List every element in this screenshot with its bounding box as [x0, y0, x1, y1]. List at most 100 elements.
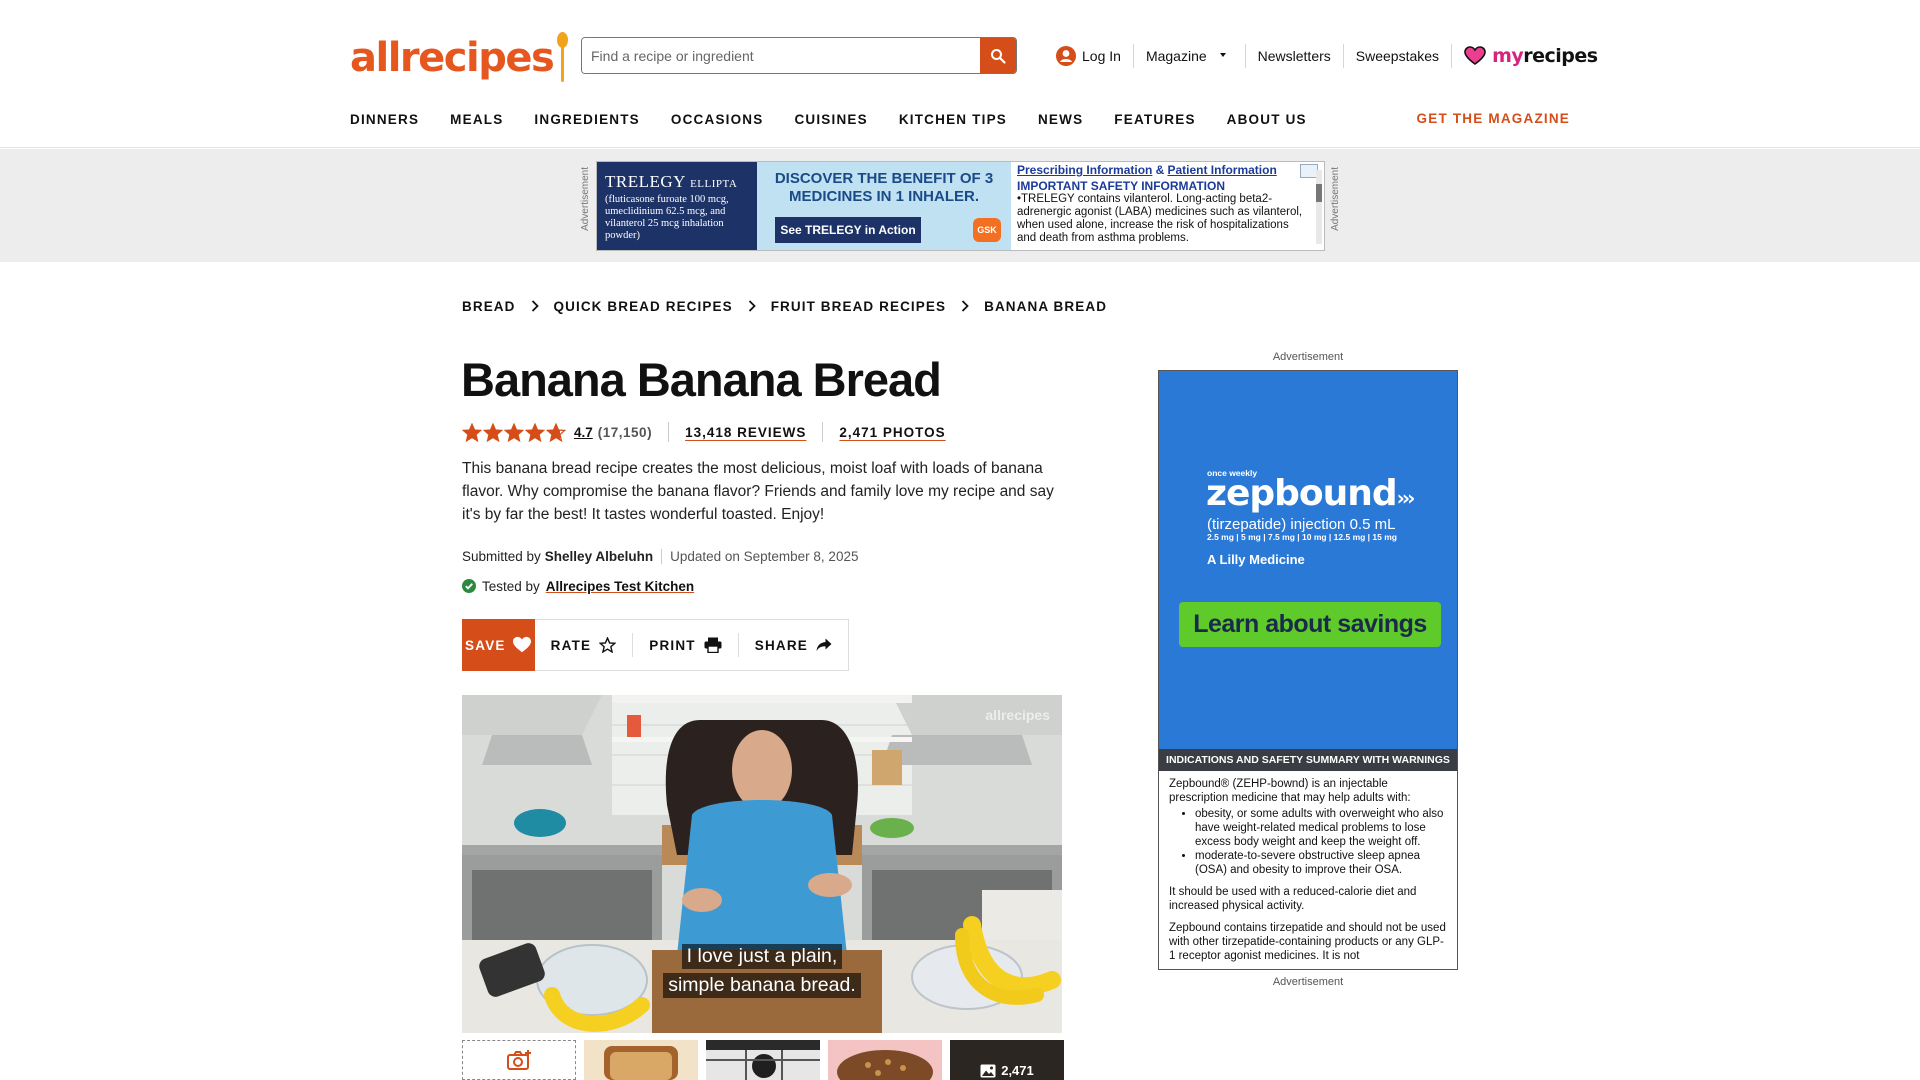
rating-value[interactable]: 4.7: [574, 425, 593, 440]
check-badge-icon: [462, 579, 476, 593]
patient-info-link[interactable]: Patient Information: [1167, 163, 1276, 177]
camera-plus-icon: [507, 1050, 531, 1070]
nav-about-us[interactable]: ABOUT US: [1227, 112, 1307, 127]
zb-isi-title: INDICATIONS AND SAFETY SUMMARY WITH WARN…: [1159, 749, 1457, 771]
page-title: Banana Banana Bread: [461, 353, 942, 406]
rating-row: 4.7 (17,150) 13,418 REVIEWS 2,471 PHOTOS: [462, 421, 946, 443]
breadcrumb-quick-bread[interactable]: QUICK BREAD RECIPES: [554, 299, 733, 314]
zb-bullets: obesity, or some adults with overweight …: [1195, 807, 1447, 877]
nav-news[interactable]: NEWS: [1038, 112, 1083, 127]
sweepstakes-label: Sweepstakes: [1355, 48, 1440, 64]
reviews-link[interactable]: 13,418 REVIEWS: [685, 425, 806, 440]
ad-isi-title: IMPORTANT SAFETY INFORMATION: [1017, 179, 1225, 193]
photo-thumbnail[interactable]: [584, 1040, 698, 1080]
sweepstakes-link[interactable]: Sweepstakes: [1344, 44, 1453, 68]
photo-thumbnails: 2,471: [462, 1040, 1064, 1080]
ad-headline: DISCOVER THE BENEFIT OF 3 MEDICINES IN 1…: [774, 170, 994, 205]
bread-slice-image: [584, 1040, 698, 1080]
breadcrumb-bread[interactable]: BREAD: [462, 299, 516, 314]
zb-brand: zepbound›››: [1206, 473, 1415, 514]
ad-ampersand: &: [1155, 163, 1165, 177]
chevron-down-icon: [1219, 53, 1226, 57]
zepbound-ad[interactable]: once weekly zepbound››› (tirzepatide) in…: [1158, 370, 1458, 970]
all-photos-button[interactable]: 2,471: [950, 1040, 1064, 1080]
spoon-icon: [555, 32, 569, 82]
star-outline-icon: [599, 637, 617, 653]
video-watermark: allrecipes: [985, 707, 1050, 723]
gsk-logo: GSK: [973, 218, 1001, 242]
side-ad-label-top: Advertisement: [1272, 351, 1344, 363]
search-bar: [581, 37, 1017, 74]
breadcrumb-fruit-bread[interactable]: FRUIT BREAD RECIPES: [771, 299, 946, 314]
video-caption-line1-wrap: I love just a plain,: [462, 944, 1062, 969]
nav-cuisines[interactable]: CUISINES: [794, 112, 867, 127]
rate-label: RATE: [550, 637, 592, 653]
updated-date: Updated on September 8, 2025: [661, 548, 858, 564]
nav-kitchen-tips[interactable]: KITCHEN TIPS: [899, 112, 1007, 127]
zb-doses: 2.5 mg | 5 mg | 7.5 mg | 10 mg | 12.5 mg…: [1207, 532, 1397, 542]
photos-link[interactable]: 2,471 PHOTOS: [839, 425, 945, 440]
rate-button[interactable]: RATE: [535, 633, 634, 657]
zb-company: A Lilly Medicine: [1207, 552, 1305, 567]
nav-ingredients[interactable]: INGREDIENTS: [534, 112, 639, 127]
zb-para1: Zepbound® (ZEHP-bownd) is an injectable …: [1169, 778, 1411, 804]
image-gallery-icon: [980, 1064, 996, 1078]
recipe-description: This banana bread recipe creates the mos…: [462, 460, 1054, 523]
printer-icon: [704, 637, 722, 653]
tester-link[interactable]: Allrecipes Test Kitchen: [546, 579, 694, 594]
photo-count: 2,471: [1001, 1063, 1034, 1078]
search-input[interactable]: [582, 38, 980, 73]
star-half-icon: [546, 422, 566, 442]
rating-count: (17,150): [597, 424, 653, 440]
recipe-video-player[interactable]: allrecipes I love just a plain, simple b…: [462, 695, 1062, 1033]
byline: Submitted by Shelley Albeluhn Updated on…: [462, 547, 858, 565]
newsletters-link[interactable]: Newsletters: [1246, 44, 1344, 68]
ad-label-right: Advertisement: [1330, 167, 1341, 231]
ad-label-left: Advertisement: [580, 167, 591, 231]
breadcrumb-banana-bread[interactable]: BANANA BREAD: [984, 299, 1107, 314]
ad-cta-button[interactable]: See TRELEGY in Action: [775, 217, 921, 243]
logo-text: allrecipes: [350, 35, 555, 81]
heart-icon: [1464, 46, 1486, 65]
nav-meals[interactable]: MEALS: [450, 112, 503, 127]
site-header: allrecipes Log In Magazine Newsletters S…: [0, 0, 1920, 148]
tested-by-label: Tested by: [482, 578, 540, 594]
star-full-icon: [483, 422, 503, 442]
prescribing-info-link[interactable]: Prescribing Information: [1017, 163, 1152, 177]
print-label: PRINT: [649, 637, 696, 653]
zb-injection: (tirzepatide) injection 0.5 mL: [1207, 516, 1396, 533]
learn-savings-button[interactable]: Learn about savings: [1179, 602, 1441, 647]
trelegy-banner-ad[interactable]: TRELEGY ELLIPTA (fluticasone furoate 100…: [596, 161, 1325, 251]
get-magazine-link[interactable]: GET THE MAGAZINE: [1417, 111, 1570, 126]
zb-isi-body[interactable]: Zepbound® (ZEHP-bownd) is an injectable …: [1159, 771, 1457, 969]
zepbound-hero: once weekly zepbound››› (tirzepatide) in…: [1159, 371, 1457, 749]
zb-bullet2: moderate-to-severe obstructive sleep apn…: [1195, 849, 1447, 877]
photo-thumbnail[interactable]: [828, 1040, 942, 1080]
ad-brand: TRELEGY ELLIPTA: [605, 172, 738, 191]
star-full-icon: [504, 422, 524, 442]
ad-scrollbar[interactable]: [1316, 170, 1322, 244]
divider: [668, 422, 670, 442]
login-link[interactable]: Log In: [1056, 44, 1134, 68]
allrecipes-logo[interactable]: allrecipes: [350, 28, 569, 82]
divider: [822, 422, 824, 442]
myrecipes-rest: recipes: [1523, 45, 1598, 67]
magazine-menu[interactable]: Magazine: [1134, 44, 1246, 68]
login-label: Log In: [1082, 48, 1121, 64]
save-button[interactable]: SAVE: [462, 619, 535, 671]
chevron-right-icon: [748, 300, 756, 312]
nav-occasions[interactable]: OCCASIONS: [671, 112, 764, 127]
print-button[interactable]: PRINT: [633, 633, 739, 657]
add-photo-button[interactable]: [462, 1040, 576, 1080]
search-button[interactable]: [980, 38, 1016, 73]
newsletters-label: Newsletters: [1257, 48, 1331, 64]
photo-thumbnail[interactable]: [706, 1040, 820, 1080]
nav-features[interactable]: FEATURES: [1114, 112, 1195, 127]
share-arrow-icon: [816, 638, 832, 651]
share-button[interactable]: SHARE: [739, 633, 848, 657]
author-name[interactable]: Shelley Albeluhn: [545, 549, 653, 564]
chevron-right-icon: [961, 300, 969, 312]
rating-stars[interactable]: [462, 422, 566, 442]
nav-dinners[interactable]: DINNERS: [350, 112, 419, 127]
myrecipes-link[interactable]: myrecipes: [1452, 45, 1598, 67]
